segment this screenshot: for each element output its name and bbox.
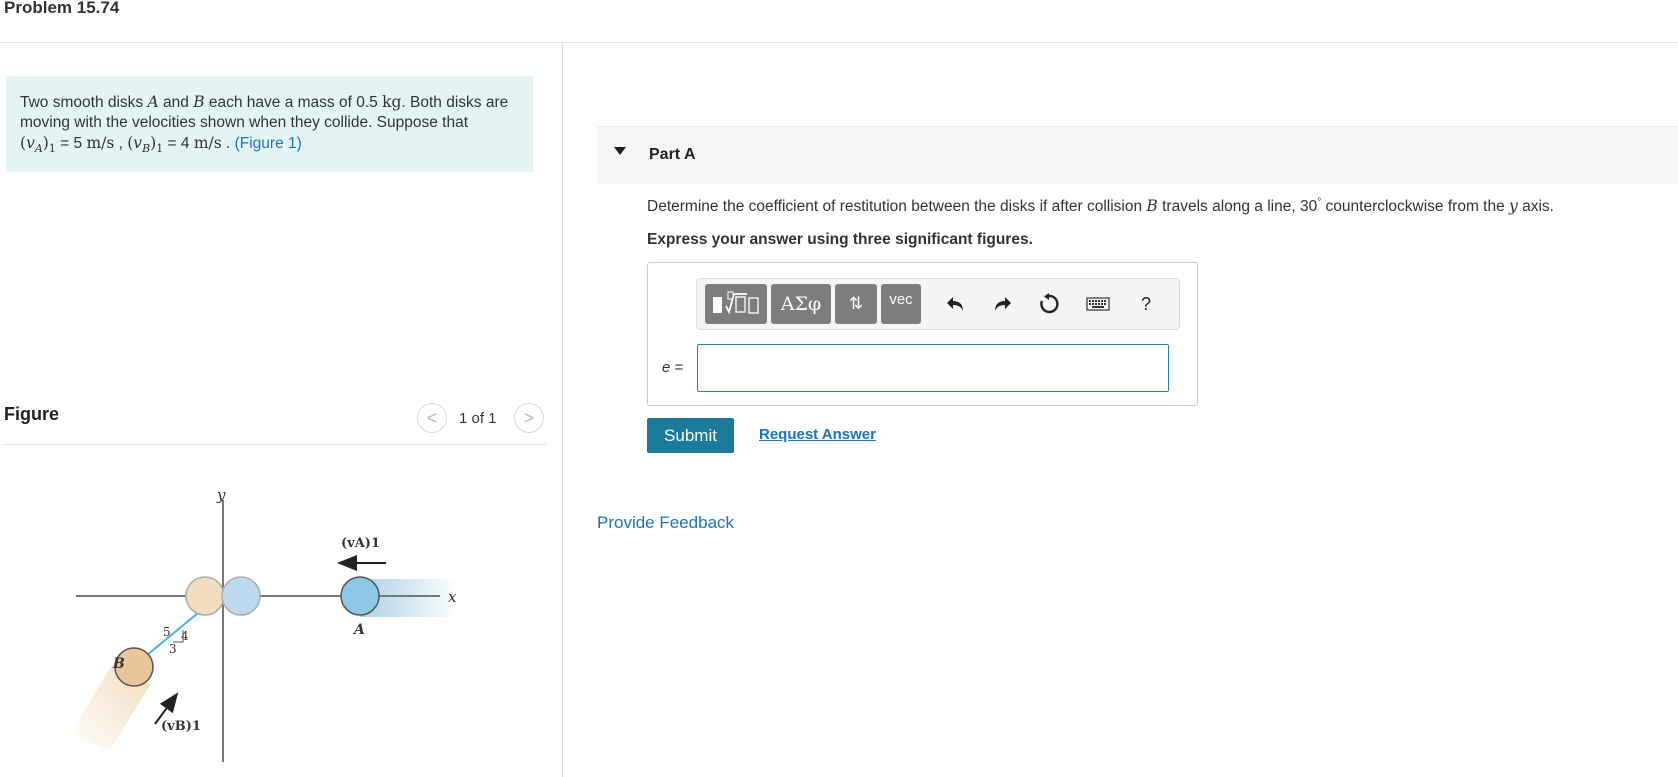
question-text-2: travels along a line, 30 (1157, 198, 1318, 216)
answer-input[interactable] (697, 344, 1169, 392)
disk-a-label: A (352, 622, 365, 638)
problem-text-3: each have a mass of 0.5 (204, 94, 383, 111)
problem-comma: , (114, 135, 128, 152)
vb-symbol: (vB)1 (127, 134, 164, 156)
va-value: = 5 (55, 135, 87, 152)
reset-button[interactable] (1034, 289, 1064, 319)
redo-button[interactable] (987, 289, 1017, 319)
slope-label-3: 3 (169, 642, 177, 656)
slope-label-5: 5 (163, 625, 171, 639)
question-y-symbol: y (1509, 197, 1518, 216)
math-toolbar: ΑΣφ ⇅ vec ? (696, 278, 1180, 330)
arrows-button[interactable]: ⇅ (835, 284, 877, 324)
undo-icon (947, 297, 963, 311)
templates-icon (713, 291, 759, 315)
va-unit: m/s (86, 134, 115, 152)
figure-counter: 1 of 1 (459, 410, 497, 427)
help-button[interactable]: ? (1131, 289, 1161, 319)
disk-a-symbol: A (147, 93, 159, 111)
templates-button[interactable] (705, 284, 767, 324)
question-b-symbol: B (1146, 197, 1158, 216)
slope-label-4: 4 (181, 629, 189, 643)
disk-b-symbol: B (193, 93, 205, 111)
question-text: Determine the coefficient of restitution… (647, 197, 1554, 216)
redo-icon (995, 297, 1011, 311)
keyboard-button[interactable] (1083, 289, 1113, 319)
figure-link[interactable]: (Figure 1) (235, 135, 302, 152)
figure-next-button[interactable]: > (514, 403, 544, 433)
part-a-title: Part A (649, 146, 696, 163)
problem-statement: Two smooth disks A and B each have a mas… (6, 76, 533, 172)
problem-text-5: . (221, 135, 235, 152)
collision-figure: y x (vA)1 A B (vB)1 5 4 3 (70, 486, 460, 762)
figure-heading: Figure (4, 404, 60, 424)
problem-title: Problem 15.74 (4, 0, 120, 17)
greek-symbols-button[interactable]: ΑΣφ (771, 284, 831, 324)
chevron-right-icon: > (523, 407, 535, 428)
vector-button[interactable]: vec (881, 284, 921, 324)
disk-a-ghost (221, 576, 261, 616)
question-text-1: Determine the coefficient of restitution… (647, 198, 1147, 216)
disk-b-label: B (112, 656, 125, 672)
answer-panel: ΑΣφ ⇅ vec ? e = (647, 262, 1198, 406)
submit-button[interactable]: Submit (647, 418, 734, 453)
answer-instruction: Express your answer using three signific… (647, 231, 1033, 248)
va-label: (vA)1 (341, 536, 380, 551)
vb-value: = 4 (163, 135, 194, 152)
problem-text-1: Two smooth disks (20, 94, 148, 111)
caret-down-icon[interactable] (614, 147, 626, 155)
x-axis-label: x (448, 588, 457, 606)
disk-a (340, 576, 380, 616)
answer-variable-label: e = (662, 359, 683, 376)
disk-b-ghost (185, 576, 225, 616)
chevron-left-icon: < (426, 407, 438, 428)
part-a-header[interactable]: Part A (597, 126, 1678, 184)
provide-feedback-link[interactable]: Provide Feedback (597, 513, 734, 533)
vb-label: (vB)1 (161, 719, 201, 734)
va-symbol: (vA)1 (20, 134, 56, 156)
answer-equals: = (670, 359, 684, 376)
figure-prev-button[interactable]: < (417, 403, 447, 433)
question-text-3: counterclockwise from the (1321, 198, 1510, 216)
vb-unit: m/s (193, 134, 222, 152)
request-answer-link[interactable]: Request Answer (759, 426, 876, 443)
column-divider (562, 43, 563, 777)
mass-unit: kg (382, 93, 402, 111)
keyboard-icon (1086, 297, 1110, 311)
problem-text-2: and (158, 94, 194, 111)
undo-button[interactable] (941, 289, 971, 319)
question-text-4: axis. (1517, 198, 1554, 216)
title-divider (0, 42, 1678, 43)
y-axis-label: y (216, 486, 226, 504)
figure-divider (4, 444, 546, 445)
reset-icon (1040, 293, 1059, 314)
